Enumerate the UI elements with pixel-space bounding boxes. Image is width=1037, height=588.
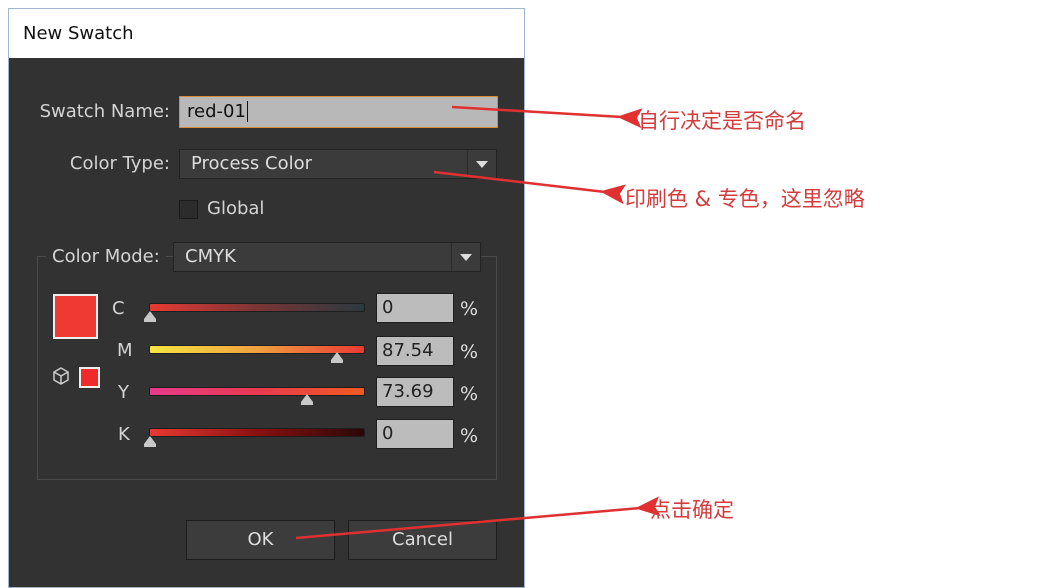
arrow-name: [451, 105, 643, 129]
arrow-type: [433, 170, 627, 205]
annotation-name: 自行决定是否命名: [638, 109, 806, 133]
annotation-color-type: 印刷色 & 专色，这里忽略: [625, 187, 865, 211]
arrow-ok: [295, 496, 661, 540]
annotation-arrows: [295, 105, 661, 540]
annotation-ok: 点击确定: [650, 498, 734, 522]
